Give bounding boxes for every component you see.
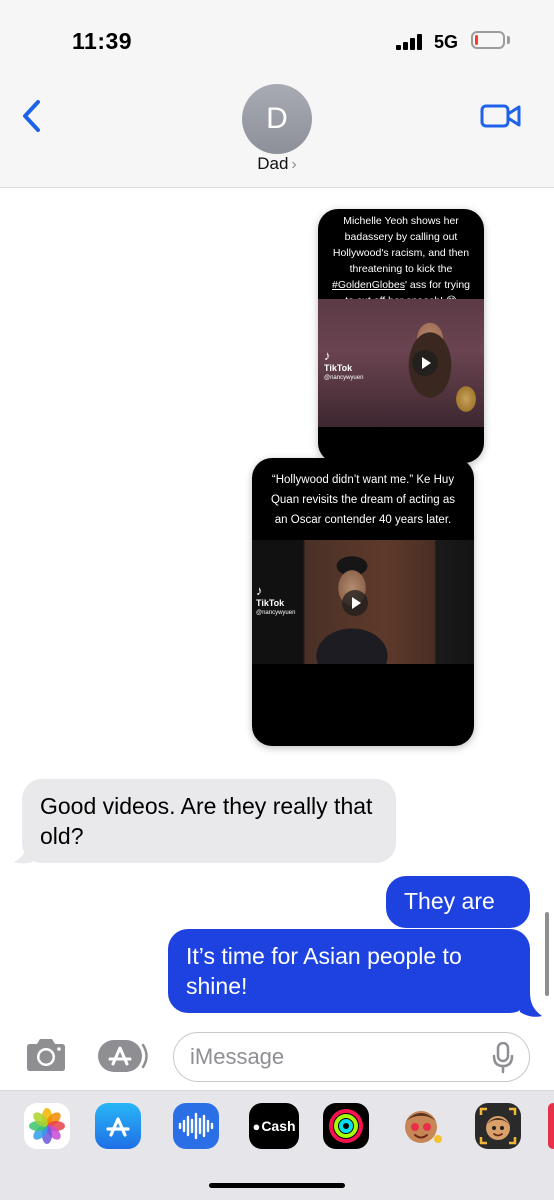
app-drawer: ● Cash xyxy=(0,1090,554,1200)
status-time: 11:39 xyxy=(72,28,133,54)
tiktok-watermark: ♪ TikTok @nancywyuen xyxy=(324,348,364,381)
play-button[interactable] xyxy=(412,350,438,376)
bubble-tail xyxy=(14,834,36,864)
video-camera-icon[interactable] xyxy=(480,102,522,130)
memoji-icon[interactable] xyxy=(475,1103,521,1149)
bubble-tail xyxy=(520,992,542,1017)
received-message-bubble[interactable]: Good videos. Are they really that old? xyxy=(22,779,396,863)
card-caption: “Hollywood didn’t want me.” Ke Huy Quan … xyxy=(270,474,456,526)
network-type: 5G xyxy=(434,32,459,52)
card-caption: Michelle Yeoh shows her badassery by cal… xyxy=(332,215,470,307)
chevron-left-icon[interactable] xyxy=(18,98,48,134)
status-bar: 11:39 5G xyxy=(0,0,554,80)
chevron-right-icon: › xyxy=(291,156,297,173)
play-button[interactable] xyxy=(342,590,368,616)
hashtag-link[interactable]: #GoldenGlobes xyxy=(332,279,405,291)
avatar[interactable]: D xyxy=(242,84,312,154)
audio-message-icon[interactable] xyxy=(173,1103,219,1149)
compose-bar xyxy=(0,1022,554,1090)
message-text: It’s time for Asian people to shine! xyxy=(186,943,462,999)
tiktok-icon: ♪ xyxy=(324,348,331,363)
video-thumbnail[interactable]: ♪ TikTok @nancywyuen xyxy=(318,299,484,427)
sent-message-bubble[interactable]: It’s time for Asian people to shine! xyxy=(168,929,530,1013)
contact-name-button[interactable]: Dad › xyxy=(0,154,554,174)
tiktok-icon: ♪ xyxy=(256,583,263,598)
microphone-icon[interactable] xyxy=(491,1042,515,1074)
cellular-signal-icon xyxy=(396,34,424,50)
message-input[interactable] xyxy=(173,1032,530,1082)
sent-message-bubble[interactable]: They are xyxy=(386,876,530,928)
app-store-icon[interactable] xyxy=(95,1103,141,1149)
contact-name: Dad xyxy=(257,154,289,173)
battery-tip xyxy=(507,36,510,44)
memoji-stickers-icon[interactable] xyxy=(398,1103,444,1149)
tiktok-card[interactable]: Michelle Yeoh shows her badassery by cal… xyxy=(318,209,484,463)
message-text: They are xyxy=(404,888,495,914)
home-indicator[interactable] xyxy=(209,1183,345,1188)
video-thumbnail[interactable]: ♪ TikTok @nancywyuen xyxy=(252,540,474,664)
tiktok-watermark: ♪ TikTok @nancywyuen xyxy=(256,583,296,616)
more-apps-icon[interactable] xyxy=(548,1103,554,1149)
apple-logo-icon: ● xyxy=(252,1118,261,1134)
battery-level-fill xyxy=(475,35,478,45)
activity-rings-icon[interactable] xyxy=(323,1103,369,1149)
app-store-icon[interactable] xyxy=(97,1039,151,1073)
tiktok-card[interactable]: “Hollywood didn’t want me.” Ke Huy Quan … xyxy=(252,458,474,746)
message-text: Good videos. Are they really that old? xyxy=(40,793,373,849)
photos-icon[interactable] xyxy=(24,1103,70,1149)
conversation-header: D Dad › xyxy=(0,80,554,188)
apple-cash-icon[interactable]: ● Cash xyxy=(249,1103,299,1149)
battery-icon xyxy=(471,31,505,49)
scroll-indicator[interactable] xyxy=(545,912,549,996)
camera-icon[interactable] xyxy=(24,1038,68,1072)
